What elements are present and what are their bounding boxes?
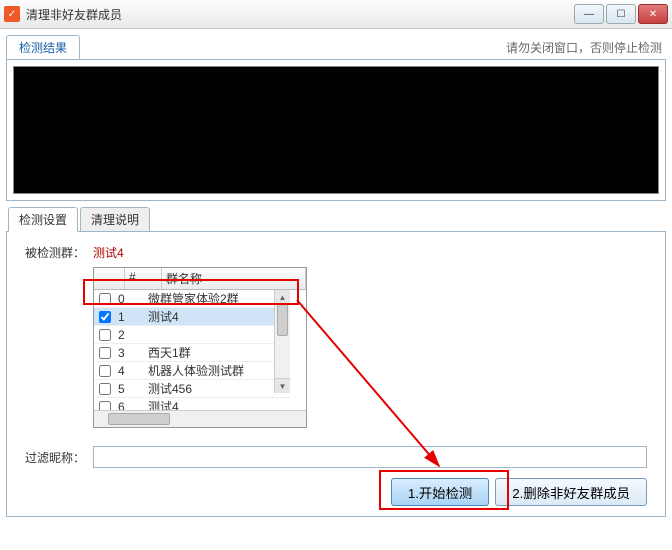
maximize-button[interactable]: ☐ [606, 4, 636, 24]
row-name: 微群管家体验2群 [146, 290, 290, 307]
scroll-thumb[interactable] [277, 304, 288, 336]
row-checkbox[interactable] [99, 329, 111, 341]
start-detect-button[interactable]: 1.开始检测 [391, 478, 489, 506]
filter-input[interactable] [93, 446, 647, 468]
row-index: 3 [116, 346, 146, 360]
row-index: 6 [116, 400, 146, 411]
table-header: # 群名称 [94, 268, 306, 290]
row-name: 机器人体验测试群 [146, 362, 290, 379]
row-index: 1 [116, 310, 146, 324]
detected-group-value: 测试4 [93, 244, 124, 261]
detected-group-label: 被检测群： [25, 244, 93, 261]
group-table[interactable]: # 群名称 0微群管家体验2群1测试423西天1群4机器人体验测试群5测试456… [93, 267, 307, 428]
vertical-scrollbar[interactable]: ▲ ▼ [274, 290, 290, 393]
horizontal-scrollbar[interactable] [94, 410, 306, 427]
top-row: 检测结果 请勿关闭窗口，否则停止检测 [0, 29, 672, 59]
results-output [13, 66, 659, 194]
tab-results[interactable]: 检测结果 [6, 35, 80, 59]
settings-panel: 被检测群： 测试4 # 群名称 0微群管家体验2群1测试423西天1群4机器人体… [6, 231, 666, 517]
warning-hint: 请勿关闭窗口，否则停止检测 [506, 39, 662, 56]
row-checkbox[interactable] [99, 347, 111, 359]
row-name: 测试4 [146, 308, 290, 325]
row-name: 西天1群 [146, 344, 290, 361]
row-checkbox[interactable] [99, 311, 111, 323]
scroll-down-icon[interactable]: ▼ [275, 378, 290, 393]
table-row[interactable]: 1测试4 [94, 308, 290, 326]
scroll-up-icon[interactable]: ▲ [275, 290, 290, 305]
table-row[interactable]: 5测试456 [94, 380, 290, 398]
row-index: 4 [116, 364, 146, 378]
col-index: # [125, 268, 162, 289]
row-checkbox[interactable] [99, 365, 111, 377]
tab-detect-settings[interactable]: 检测设置 [8, 207, 78, 232]
table-row[interactable]: 0微群管家体验2群 [94, 290, 290, 308]
app-icon: ✓ [4, 6, 20, 22]
hscroll-thumb[interactable] [108, 413, 170, 425]
table-row[interactable]: 2 [94, 326, 290, 344]
row-checkbox[interactable] [99, 401, 111, 411]
row-name: 测试456 [146, 380, 290, 397]
filter-label: 过滤昵称： [25, 449, 93, 466]
row-index: 0 [116, 292, 146, 306]
close-button[interactable]: ✕ [638, 4, 668, 24]
window-title: 清理非好友群成员 [26, 6, 574, 23]
row-checkbox[interactable] [99, 293, 111, 305]
minimize-button[interactable]: — [574, 4, 604, 24]
settings-tabs: 检测设置 清理说明 [8, 207, 672, 232]
remove-nonfriends-button[interactable]: 2.删除非好友群成员 [495, 478, 647, 506]
tab-clean-info[interactable]: 清理说明 [80, 207, 150, 232]
table-row[interactable]: 3西天1群 [94, 344, 290, 362]
titlebar: ✓ 清理非好友群成员 — ☐ ✕ [0, 0, 672, 29]
row-index: 2 [116, 328, 146, 342]
table-row[interactable]: 6测试4 [94, 398, 290, 410]
row-checkbox[interactable] [99, 383, 111, 395]
col-name: 群名称 [162, 268, 306, 289]
table-row[interactable]: 4机器人体验测试群 [94, 362, 290, 380]
row-index: 5 [116, 382, 146, 396]
results-panel [6, 59, 666, 201]
row-name: 测试4 [146, 398, 290, 410]
